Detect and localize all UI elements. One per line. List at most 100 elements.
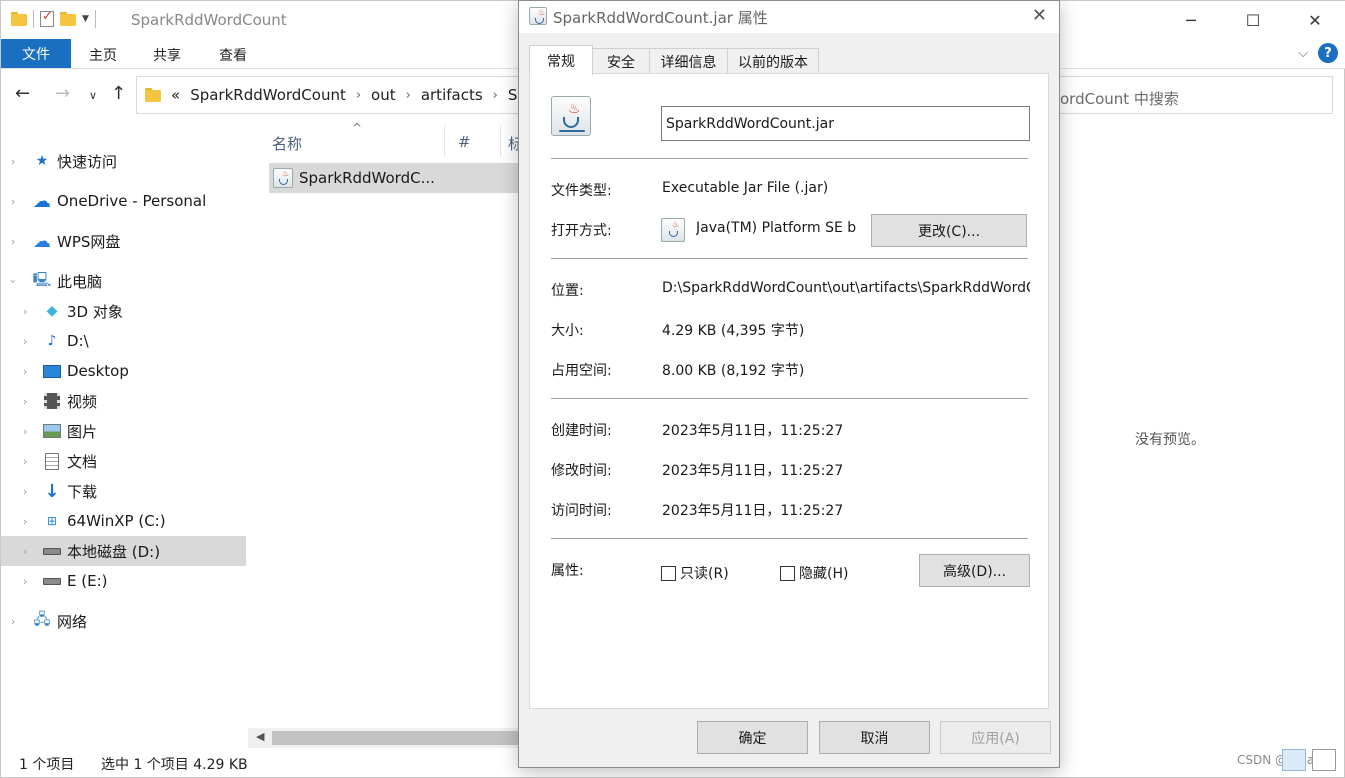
preview-pane-text: 没有预览。 [1135,432,1205,448]
ribbon-tab-file[interactable]: 文件 [1,39,71,68]
sidebar-item-label: 图片 [67,422,98,441]
cancel-button[interactable]: 取消 [819,721,930,754]
size-value: 4.29 KB (4,395 字节) [662,323,805,339]
sidebar-item-network[interactable]: › 🖧 网络 [1,606,246,636]
onedrive-icon: ☁ [33,190,51,212]
desktop-icon [43,363,61,379]
computer-icon: 🖳 [32,272,52,288]
breadcrumb-overflow[interactable]: « [171,86,180,104]
apply-button[interactable]: 应用(A) [940,721,1051,754]
divider [551,258,1028,259]
forward-arrow-icon[interactable]: → [55,83,70,104]
breadcrumb-chevron-icon[interactable]: › [493,88,498,103]
search-placeholder: ordCount 中搜索 [1060,90,1179,108]
breadcrumb-chevron-icon[interactable]: › [406,88,411,103]
tab-security[interactable]: 安全 [592,48,650,74]
quick-access-toolbar: ▼ [11,9,96,28]
sidebar-item-label: OneDrive - Personal [57,192,207,210]
breadcrumb-item-project[interactable]: SparkRddWordCount [190,86,346,104]
close-icon[interactable]: ✕ [1032,5,1047,26]
jar-file-icon: ♨ [273,168,293,188]
attributes-label: 属性: [551,563,584,579]
up-arrow-icon[interactable]: ↑ [111,83,126,104]
sidebar-item-drive-c[interactable]: › ⊞ 64WinXP (C:) [1,506,246,536]
sidebar-item-onedrive[interactable]: › ☁ OneDrive - Personal [1,186,246,216]
column-divider[interactable] [500,125,501,157]
divider [551,158,1028,159]
checkbox-box[interactable] [661,565,676,581]
windows-drive-icon: ⊞ [46,514,58,528]
ribbon-tab-view[interactable]: 查看 [219,45,247,65]
sidebar-item-quick-access[interactable]: › ★ 快速访问 [1,146,246,176]
star-icon: ★ [35,153,49,169]
sidebar-item-label: 此电脑 [57,272,103,291]
status-selection: 选中 1 个项目 4.29 KB [101,757,248,773]
sidebar-item-desktop[interactable]: › Desktop [1,356,246,386]
back-arrow-icon[interactable]: ← [15,83,30,104]
scrollbar-thumb[interactable] [272,731,532,745]
horizontal-scrollbar[interactable]: ◀ [248,728,532,748]
breadcrumb: « SparkRddWordCount › out › artifacts › … [145,86,527,104]
expand-ribbon-chevron-icon[interactable]: ⌵ [1298,46,1308,61]
breadcrumb-chevron-icon[interactable]: › [356,88,361,103]
help-icon[interactable]: ? [1318,43,1338,63]
sidebar-item-d-music[interactable]: › ♪ D:\ [1,326,246,356]
breadcrumb-item-out[interactable]: out [371,86,396,104]
sidebar-item-pictures[interactable]: › 图片 [1,416,246,446]
window-controls: ─ ☐ ✕ [1160,1,1345,39]
sidebar-item-3d-objects[interactable]: › ◆ 3D 对象 [1,296,246,326]
tab-previous-versions[interactable]: 以前的版本 [727,48,819,74]
sidebar-item-drive-d[interactable]: › 本地磁盘 (D:) [1,536,246,566]
scroll-left-arrow-icon[interactable]: ◀ [256,730,264,743]
column-divider[interactable] [444,125,445,157]
dialog-title: SparkRddWordCount.jar 属性 [553,9,768,27]
modified-value: 2023年5月11日，11:25:27 [662,463,844,479]
sidebar-item-drive-e[interactable]: › E (E:) [1,566,246,596]
sidebar-item-videos[interactable]: › 视频 [1,386,246,416]
breadcrumb-item-artifacts[interactable]: artifacts [421,86,483,104]
video-icon [43,393,61,409]
search-input[interactable]: ordCount 中搜索 [1041,76,1333,114]
file-row-selected[interactable]: ♨ SparkRddWordC... [269,163,529,193]
ribbon-tab-share[interactable]: 共享 [153,45,181,65]
column-header-number[interactable]: # [458,133,471,151]
divider [551,538,1028,539]
readonly-checkbox[interactable]: 只读(R) [661,563,729,583]
folder-icon [11,12,27,26]
sidebar-item-label: Desktop [67,362,129,380]
sidebar-item-this-pc[interactable]: › 🖳 此电脑 [1,266,246,296]
change-button[interactable]: 更改(C)... [871,214,1027,247]
modified-label: 修改时间: [551,463,612,479]
sidebar-item-label: 下载 [67,482,98,501]
sidebar-item-downloads[interactable]: › ↓ 下载 [1,476,246,506]
large-icons-view-button[interactable] [1312,749,1336,771]
file-name: SparkRddWordC... [299,169,435,187]
advanced-button[interactable]: 高级(D)... [919,554,1030,587]
details-view-button[interactable] [1282,749,1306,771]
sidebar-item-label: 网络 [57,612,88,631]
location-label: 位置: [551,283,584,299]
minimize-button[interactable]: ─ [1160,1,1222,39]
hidden-checkbox[interactable]: 隐藏(H) [780,563,848,583]
maximize-button[interactable]: ☐ [1222,1,1284,39]
properties-icon[interactable] [40,9,54,27]
column-header-name[interactable]: 名称 [272,133,302,154]
new-folder-icon[interactable] [60,12,76,26]
sidebar-item-documents[interactable]: › 文档 [1,446,246,476]
tab-general[interactable]: 常规 [529,45,593,75]
toolbar-separator [94,10,96,28]
divider [551,398,1028,399]
tab-details[interactable]: 详细信息 [649,48,728,74]
created-label: 创建时间: [551,423,612,439]
navigation-pane: › ★ 快速访问 › ☁ OneDrive - Personal › ☁ WPS… [1,126,247,726]
close-button[interactable]: ✕ [1284,1,1345,39]
ok-button[interactable]: 确定 [697,721,808,754]
created-value: 2023年5月11日，11:25:27 [662,423,844,439]
ribbon-tab-home[interactable]: 主页 [89,45,117,65]
customize-toolbar-dropdown-icon[interactable]: ▼ [82,14,89,24]
sidebar-item-wps[interactable]: › ☁ WPS网盘 [1,226,246,256]
file-name-field[interactable] [661,106,1030,141]
checkbox-box[interactable] [780,565,795,581]
recent-locations-chevron-icon[interactable]: ∨ [89,89,97,102]
sidebar-item-label: D:\ [67,332,89,350]
